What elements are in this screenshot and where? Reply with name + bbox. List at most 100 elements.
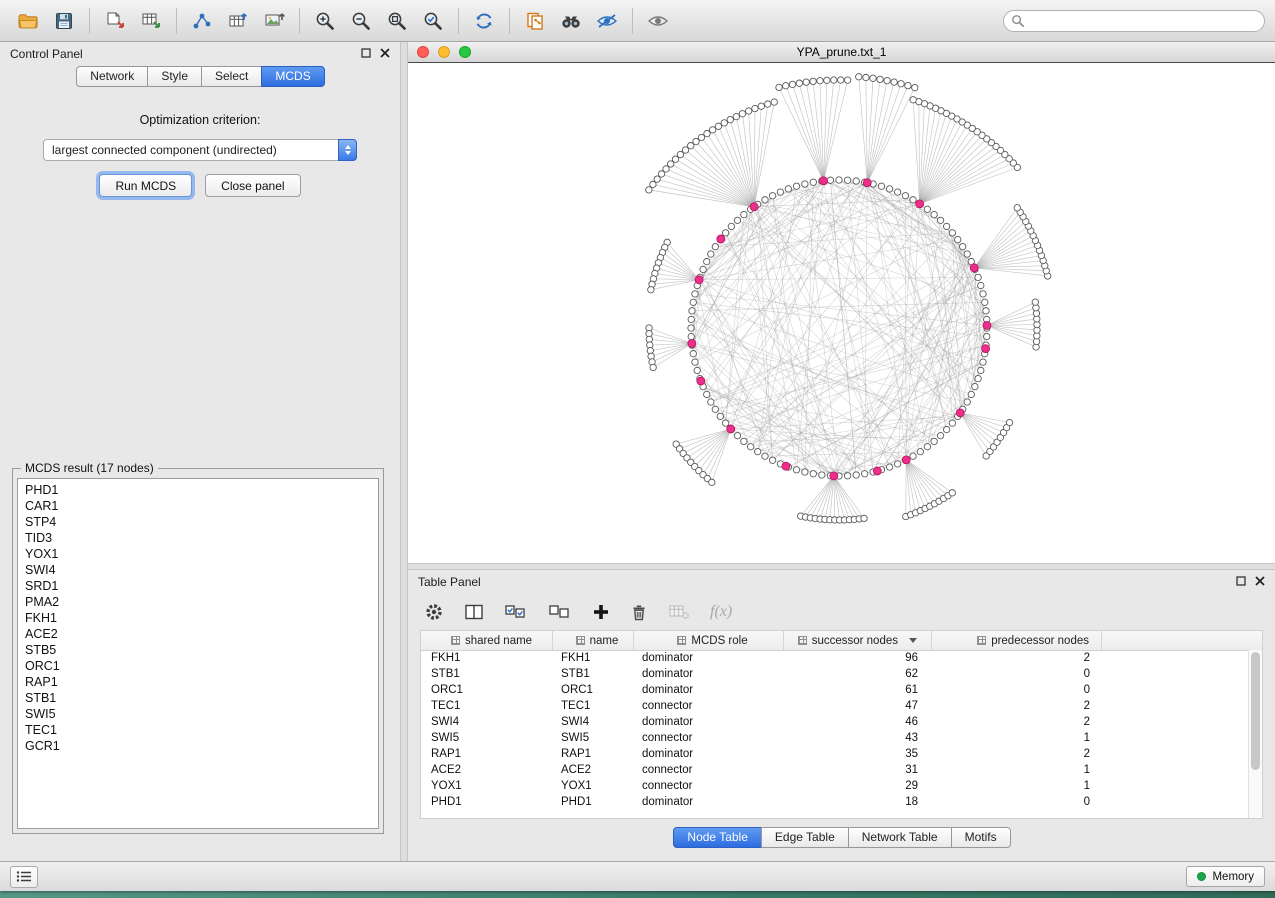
dominator-node[interactable] xyxy=(982,345,990,353)
ring-node[interactable] xyxy=(853,178,859,184)
save-session-button[interactable] xyxy=(46,6,82,36)
ring-node[interactable] xyxy=(722,420,728,426)
table-row[interactable]: ACE2ACE2connector311 xyxy=(421,762,1249,778)
ring-node[interactable] xyxy=(754,448,760,454)
table-row[interactable]: YOX1YOX1connector291 xyxy=(421,778,1249,794)
export-network-button[interactable] xyxy=(184,6,220,36)
mcds-result-item[interactable]: TEC1 xyxy=(18,722,378,738)
tab-node-table[interactable]: Node Table xyxy=(673,827,762,848)
ring-node[interactable] xyxy=(802,469,808,475)
dominator-node[interactable] xyxy=(697,377,705,385)
float-table-panel-icon[interactable] xyxy=(1236,575,1246,589)
column-header-mcds-role[interactable]: MCDS role xyxy=(634,631,784,650)
run-mcds-button[interactable]: Run MCDS xyxy=(99,174,192,197)
ring-node[interactable] xyxy=(886,186,892,192)
leaf-node[interactable] xyxy=(648,287,654,293)
ring-node[interactable] xyxy=(937,217,943,223)
ring-node[interactable] xyxy=(982,299,988,305)
criterion-dropdown[interactable]: largest connected component (undirected) xyxy=(43,139,357,161)
ring-node[interactable] xyxy=(943,426,949,432)
close-window-icon[interactable] xyxy=(417,46,429,58)
table-scrollbar[interactable] xyxy=(1248,650,1262,818)
leaf-node[interactable] xyxy=(704,130,710,136)
leaf-node[interactable] xyxy=(831,77,837,83)
mcds-result-item[interactable]: ACE2 xyxy=(18,626,378,642)
ring-node[interactable] xyxy=(810,179,816,185)
tab-network[interactable]: Network xyxy=(76,66,148,87)
leaf-node[interactable] xyxy=(1006,419,1012,425)
tab-style[interactable]: Style xyxy=(147,66,202,87)
ring-node[interactable] xyxy=(762,197,768,203)
ring-node[interactable] xyxy=(894,189,900,195)
ring-node[interactable] xyxy=(793,467,799,473)
leaf-node[interactable] xyxy=(877,76,883,82)
network-titlebar[interactable]: YPA_prune.txt_1 xyxy=(408,42,1275,63)
leaf-node[interactable] xyxy=(698,134,704,140)
tab-network-table[interactable]: Network Table xyxy=(848,827,952,848)
ring-node[interactable] xyxy=(688,316,694,322)
close-table-panel-icon[interactable] xyxy=(1255,575,1265,589)
ring-node[interactable] xyxy=(717,413,723,419)
ring-node[interactable] xyxy=(708,251,714,257)
table-row[interactable]: ORC1ORC1dominator610 xyxy=(421,682,1249,698)
ring-node[interactable] xyxy=(931,438,937,444)
dominator-node[interactable] xyxy=(727,425,735,433)
leaf-node[interactable] xyxy=(863,74,869,80)
ring-node[interactable] xyxy=(968,391,974,397)
leaf-node[interactable] xyxy=(646,187,652,193)
leaf-node[interactable] xyxy=(949,490,955,496)
leaf-node[interactable] xyxy=(789,81,795,87)
ring-node[interactable] xyxy=(844,473,850,479)
dominator-node[interactable] xyxy=(983,321,991,329)
mcds-result-item[interactable]: GCR1 xyxy=(18,738,378,754)
network-canvas[interactable] xyxy=(408,63,1275,563)
leaf-node[interactable] xyxy=(824,77,830,83)
dominator-node[interactable] xyxy=(750,203,758,211)
leaf-node[interactable] xyxy=(817,78,823,84)
show-graphics-details-button[interactable] xyxy=(640,6,676,36)
ring-node[interactable] xyxy=(984,333,990,339)
leaf-node[interactable] xyxy=(856,74,862,80)
dominator-node[interactable] xyxy=(956,409,964,417)
ring-node[interactable] xyxy=(712,406,718,412)
ring-node[interactable] xyxy=(886,464,892,470)
export-image-button[interactable] xyxy=(256,6,292,36)
ring-node[interactable] xyxy=(734,432,740,438)
network-snapshot-button[interactable] xyxy=(517,6,553,36)
ring-node[interactable] xyxy=(704,391,710,397)
leaf-node[interactable] xyxy=(721,120,727,126)
zoom-in-button[interactable] xyxy=(307,6,343,36)
table-row[interactable]: FKH1FKH1dominator962 xyxy=(421,650,1249,666)
leaf-node[interactable] xyxy=(776,84,782,90)
ring-node[interactable] xyxy=(692,359,698,365)
ring-node[interactable] xyxy=(924,444,930,450)
table-row[interactable]: PHD1PHD1dominator180 xyxy=(421,794,1249,810)
close-panel-icon[interactable] xyxy=(380,47,390,61)
open-file-button[interactable] xyxy=(10,6,46,36)
ring-node[interactable] xyxy=(861,471,867,477)
ring-node[interactable] xyxy=(777,189,783,195)
ring-node[interactable] xyxy=(836,177,842,183)
mcds-result-item[interactable]: SWI5 xyxy=(18,706,378,722)
export-table-button[interactable] xyxy=(220,6,256,36)
ring-node[interactable] xyxy=(708,399,714,405)
leaf-node[interactable] xyxy=(771,99,777,105)
ring-node[interactable] xyxy=(853,472,859,478)
ring-node[interactable] xyxy=(692,291,698,297)
leaf-node[interactable] xyxy=(1032,299,1038,305)
dominator-node[interactable] xyxy=(782,462,790,470)
ring-node[interactable] xyxy=(734,217,740,223)
import-network-file-button[interactable] xyxy=(97,6,133,36)
ring-node[interactable] xyxy=(894,461,900,467)
column-header-name[interactable]: name xyxy=(553,631,634,650)
leaf-node[interactable] xyxy=(733,113,739,119)
leaf-node[interactable] xyxy=(796,80,802,86)
close-panel-button[interactable]: Close panel xyxy=(205,174,300,197)
zoom-out-button[interactable] xyxy=(343,6,379,36)
ring-node[interactable] xyxy=(955,236,961,242)
zoom-selected-button[interactable] xyxy=(415,6,451,36)
ring-node[interactable] xyxy=(983,308,989,314)
dominator-node[interactable] xyxy=(820,177,828,185)
ring-node[interactable] xyxy=(741,211,747,217)
mcds-result-item[interactable]: TID3 xyxy=(18,530,378,546)
